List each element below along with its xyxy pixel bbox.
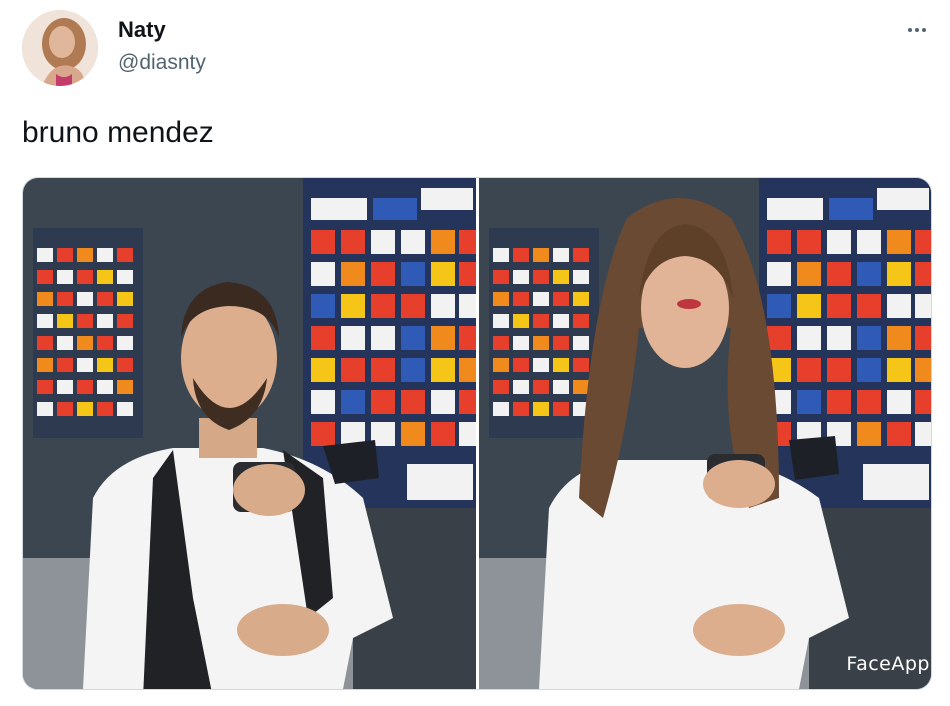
media-grid[interactable]: FaceApp xyxy=(22,177,932,690)
more-dot xyxy=(915,28,919,32)
photo-man xyxy=(23,178,476,689)
more-dot xyxy=(922,28,926,32)
user-handle[interactable]: @diasnty xyxy=(118,51,206,75)
avatar[interactable] xyxy=(22,10,98,86)
faceapp-watermark: FaceApp xyxy=(846,653,930,675)
more-options-icon[interactable] xyxy=(902,20,932,40)
display-name[interactable]: Naty xyxy=(118,17,166,43)
avatar-photo xyxy=(22,10,98,86)
tweet-text: bruno mendez xyxy=(22,116,214,149)
photo-left[interactable] xyxy=(23,178,476,689)
more-dot xyxy=(908,28,912,32)
photo-right[interactable]: FaceApp xyxy=(479,178,931,689)
photo-woman xyxy=(479,178,931,689)
